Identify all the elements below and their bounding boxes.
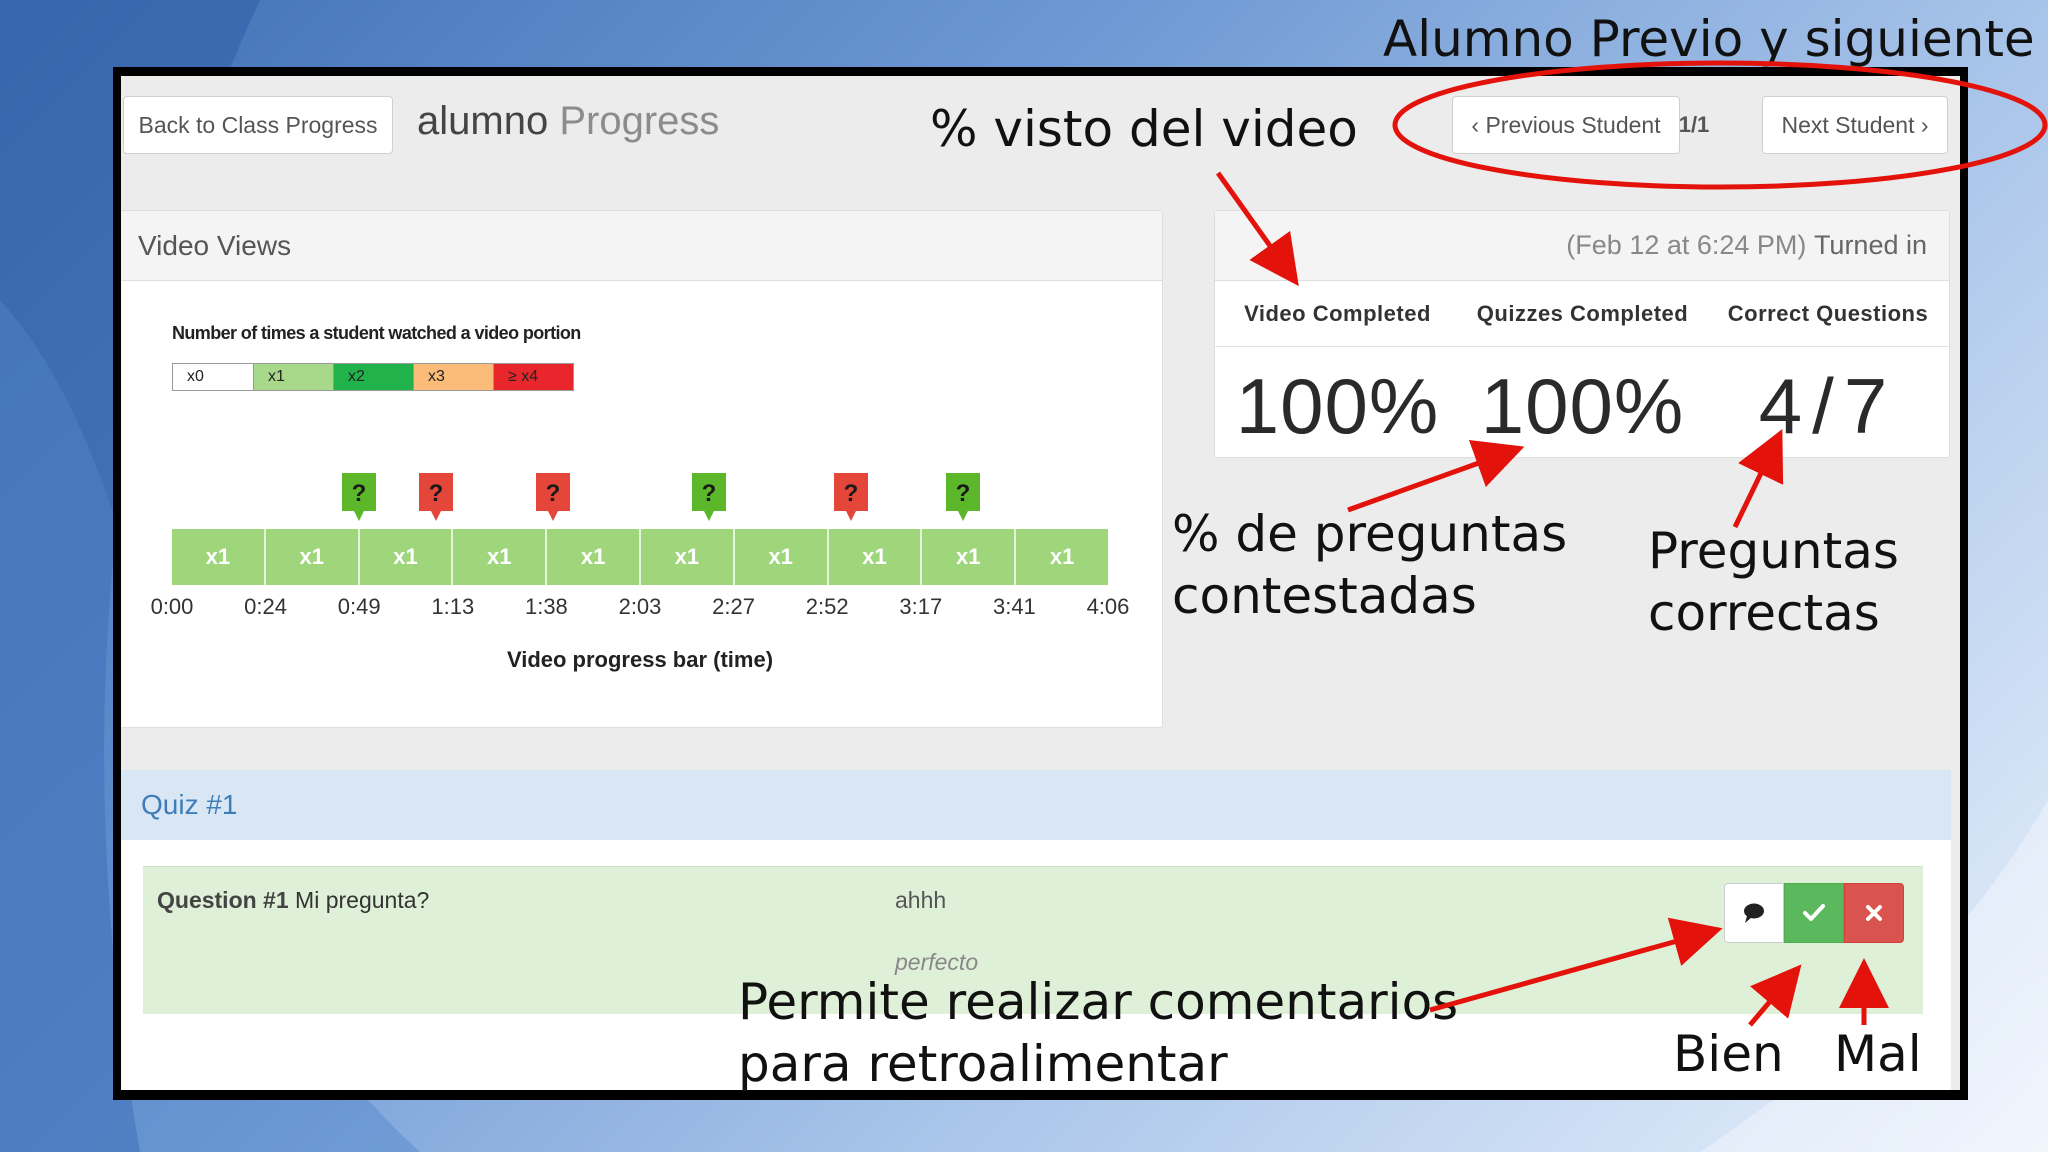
view-count-legend: x0 x1 x2 x3 ≥ x4 [172,363,574,391]
turned-in-heading: (Feb 12 at 6:24 PM) Turned in [1215,211,1949,281]
time-tick-label: 2:03 [618,594,662,619]
mark-incorrect-button[interactable] [1844,883,1904,943]
video-views-heading: Video Views [121,211,1162,281]
close-icon [1866,905,1882,921]
correct-questions-value: 4/7 [1758,362,1898,450]
legend-title: Number of times a student watched a vide… [172,323,581,343]
annotation-questions-pct-2: contestadas [1172,567,1477,625]
speech-bubble-icon [1744,903,1764,923]
annotation-mal: Mal [1834,1025,1922,1083]
teacher-feedback: perfecto [895,949,979,975]
annotation-questions-pct-1: % de preguntas [1172,505,1568,563]
summary-panel: (Feb 12 at 6:24 PM) Turned in Video Comp… [1214,210,1951,458]
quiz-heading[interactable]: Quiz #1 [121,770,1951,840]
quiz-marker-incorrect[interactable]: ? [834,473,868,523]
annotation-nav: Alumno Previo y siguiente [1383,10,2035,68]
check-icon [1803,904,1825,921]
time-tick-label: 4:06 [1086,594,1130,619]
progress-segment[interactable]: x1 [172,529,266,585]
quiz-marker-label: ? [956,480,971,507]
time-tick-label: 3:17 [899,594,943,619]
quiz-marker-label: ? [702,480,717,507]
progress-segment[interactable]: x1 [453,529,548,585]
student-answer: ahhh [895,887,947,913]
legend-item: x3 [413,364,493,390]
comment-button[interactable] [1724,883,1784,943]
annotation-comments-1: Permite realizar comentarios [738,973,1459,1031]
time-tick-label: 0:49 [337,594,381,619]
question-number: Question #1 [157,887,289,913]
correct-questions-label: Correct Questions [1705,281,1951,347]
progress-segment[interactable]: x1 [640,529,735,585]
time-tick-label: 1:38 [524,594,568,619]
progress-segment[interactable]: x1 [359,529,454,585]
quiz-marker-label: ? [352,480,367,507]
annotation-comments-2: para retroalimentar [738,1035,1228,1093]
time-tick-label: 0:24 [244,594,288,619]
progress-segment[interactable]: x1 [922,529,1017,585]
annotation-correct-2: correctas [1648,584,1880,642]
quiz-marker-incorrect[interactable]: ? [536,473,570,523]
progress-segment[interactable]: x1 [828,529,923,585]
title-suffix: Progress [559,99,720,143]
video-progress-track: x1 x1 x1 x1 x1 x1 x1 x1 x1 x1 [172,529,1108,585]
question-text: Mi pregunta? [295,887,430,913]
next-student-button[interactable]: Next Student › [1762,96,1948,154]
time-tick-label: 0:00 [150,594,194,619]
time-tick-label: 2:52 [805,594,849,619]
time-tick-label: 3:41 [992,594,1036,619]
question-label: Question #1 Mi pregunta? [157,887,429,914]
progress-segment[interactable]: x1 [734,529,829,585]
quiz-marker-correct[interactable]: ? [946,473,980,523]
quiz-marker-incorrect[interactable]: ? [419,473,453,523]
student-pager: 1/1 [1678,112,1710,137]
time-tick-label: 1:13 [431,594,475,619]
video-views-panel: Video Views Number of times a student wa… [121,210,1163,728]
quiz-marker-correct[interactable]: ? [342,473,376,523]
quiz-marker-label: ? [429,480,444,507]
time-tick-label: 2:27 [712,594,756,619]
video-completed-label: Video Completed [1215,281,1460,347]
quiz-marker-label: ? [844,480,859,507]
annotation-correct-1: Preguntas [1648,522,1899,580]
app-screen: Back to Class Progress alumno Progress ‹… [121,76,1960,1090]
quiz-marker-label: ? [546,480,561,507]
video-completed-value: 100% [1235,362,1440,450]
previous-student-button[interactable]: ‹ Previous Student [1452,96,1680,154]
mark-correct-button[interactable] [1784,883,1844,943]
legend-item: x2 [333,364,413,390]
legend-item: ≥ x4 [493,364,573,390]
quizzes-completed-value: 100% [1480,362,1685,450]
axis-label: Video progress bar (time) [506,647,774,672]
legend-item: x0 [173,364,253,390]
progress-segment[interactable]: x1 [547,529,641,585]
progress-segment[interactable]: x1 [265,529,360,585]
quizzes-completed-label: Quizzes Completed [1460,281,1705,347]
student-name: alumno [417,99,549,143]
turned-in-label: Turned in [1813,230,1927,260]
annotation-bien: Bien [1673,1025,1784,1083]
back-to-class-progress-button[interactable]: Back to Class Progress [123,96,393,154]
annotation-video-pct: % visto del video [930,100,1358,158]
quiz-marker-correct[interactable]: ? [692,473,726,523]
progress-segment[interactable]: x1 [1016,529,1108,585]
turned-in-date: (Feb 12 at 6:24 PM) [1566,230,1807,260]
legend-item: x1 [253,364,333,390]
page-title: alumno Progress [417,99,719,144]
